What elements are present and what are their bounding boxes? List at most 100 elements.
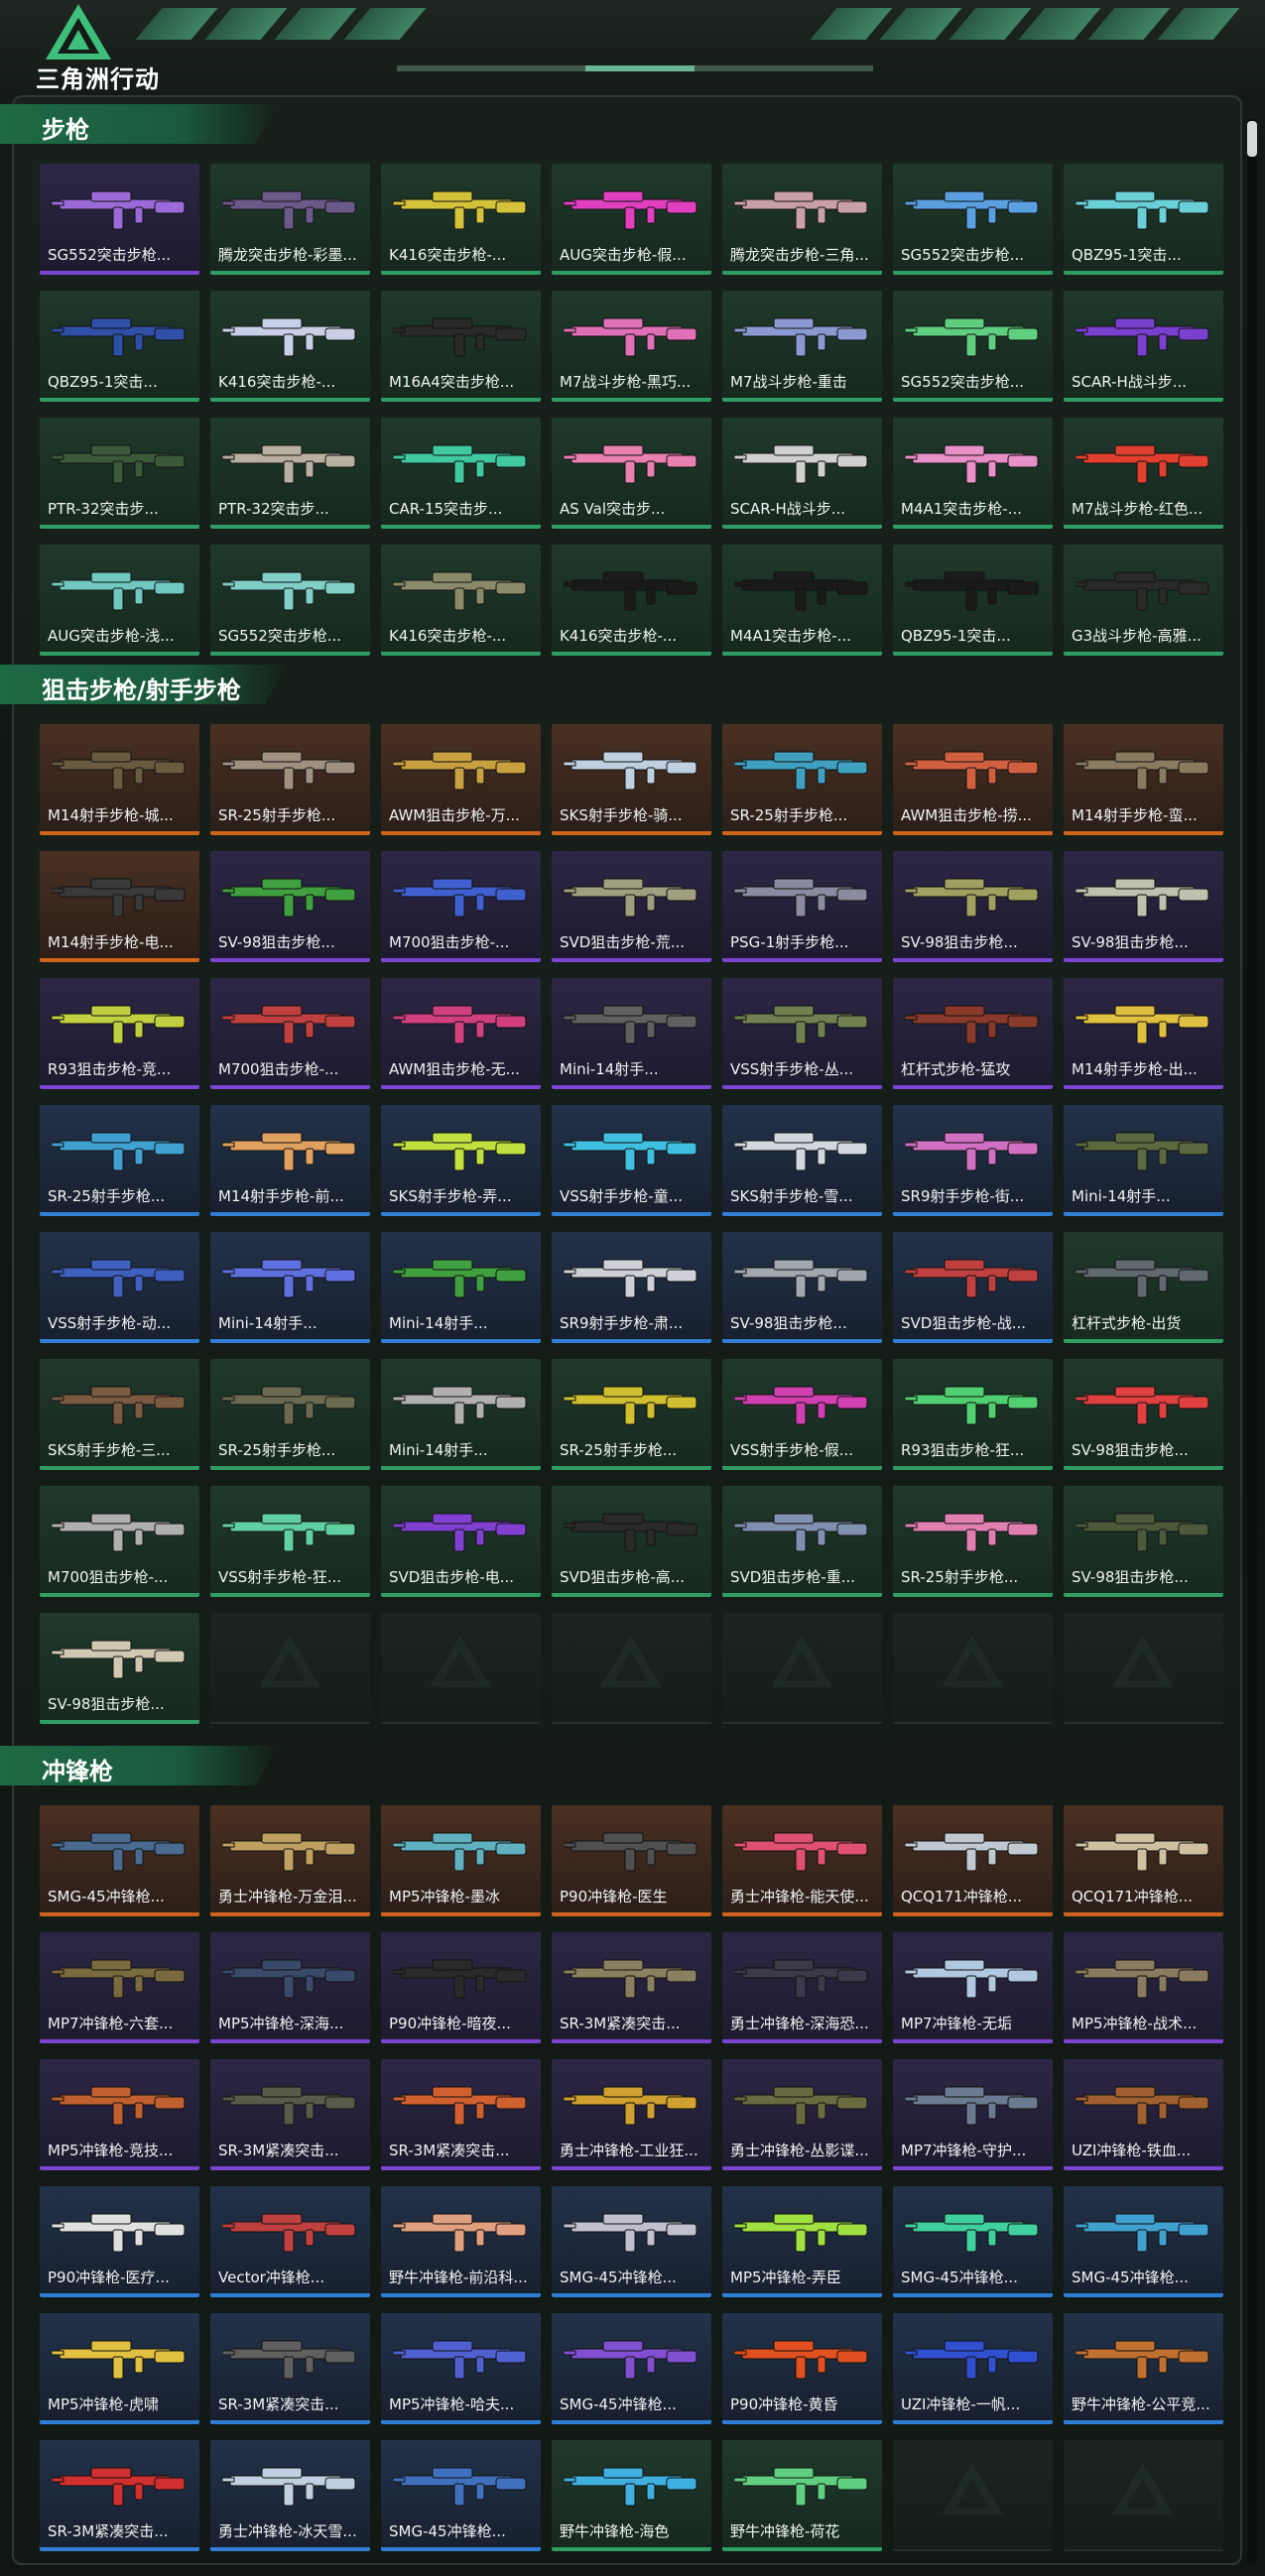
weapon-skin-card[interactable]: SV-98狙击步枪... [1064, 1486, 1223, 1597]
weapon-skin-card[interactable]: SCAR-H战斗步... [722, 418, 882, 529]
weapon-skin-card[interactable]: SR-25射手步枪... [210, 1359, 370, 1470]
weapon-skin-card[interactable]: 杠杆式步枪-出货 [1064, 1232, 1223, 1343]
weapon-skin-card[interactable]: 杠杆式步枪-猛攻 [893, 978, 1053, 1089]
weapon-skin-card[interactable]: SVD狙击步枪-战... [893, 1232, 1053, 1343]
weapon-skin-card[interactable]: SV-98狙击步枪... [1064, 1359, 1223, 1470]
weapon-skin-card[interactable]: Mini-14射手... [1064, 1105, 1223, 1216]
weapon-skin-card[interactable]: SMG-45冲锋枪... [40, 1805, 199, 1916]
weapon-skin-card[interactable]: MP5冲锋枪-深海... [210, 1932, 370, 2043]
weapon-skin-card[interactable]: 勇士冲锋枪-冰天雪... [210, 2440, 370, 2551]
weapon-skin-card[interactable]: M14射手步枪-前... [210, 1105, 370, 1216]
weapon-skin-card[interactable]: P90冲锋枪-黄昏 [722, 2313, 882, 2424]
weapon-skin-card[interactable]: SR9射手步枪-肃... [552, 1232, 711, 1343]
weapon-skin-card[interactable]: R93狙击步枪-竞... [40, 978, 199, 1089]
weapon-skin-card[interactable]: 勇士冲锋枪-深海恐... [722, 1932, 882, 2043]
weapon-skin-card[interactable]: MP5冲锋枪-墨冰 [381, 1805, 541, 1916]
weapon-skin-card[interactable]: 勇士冲锋枪-万金泪... [210, 1805, 370, 1916]
weapon-skin-card[interactable]: PSG-1射手步枪... [722, 851, 882, 962]
weapon-skin-card[interactable]: SR9射手步枪-街... [893, 1105, 1053, 1216]
weapon-skin-card[interactable]: MP5冲锋枪-战术... [1064, 1932, 1223, 2043]
weapon-skin-card[interactable]: AUG突击步枪-浅... [40, 545, 199, 656]
weapon-skin-card[interactable]: PTR-32突击步... [210, 418, 370, 529]
weapon-skin-card[interactable]: Mini-14射手... [210, 1232, 370, 1343]
weapon-skin-card[interactable]: 勇士冲锋枪-丛影谍... [722, 2059, 882, 2170]
weapon-skin-card[interactable]: M7战斗步枪-重击 [722, 291, 882, 402]
weapon-skin-card[interactable]: 野牛冲锋枪-海色 [552, 2440, 711, 2551]
weapon-skin-card[interactable]: MP7冲锋枪-守护... [893, 2059, 1053, 2170]
weapon-skin-card[interactable]: P90冲锋枪-医疗... [40, 2186, 199, 2297]
weapon-skin-card[interactable]: 勇士冲锋枪-能天使... [722, 1805, 882, 1916]
weapon-skin-card[interactable]: SR-3M紧凑突击... [210, 2059, 370, 2170]
weapon-skin-card[interactable]: VSS射手步枪-丛... [722, 978, 882, 1089]
weapon-skin-card[interactable]: 勇士冲锋枪-工业狂... [552, 2059, 711, 2170]
weapon-skin-card[interactable]: 野牛冲锋枪-荷花 [722, 2440, 882, 2551]
weapon-skin-card[interactable]: P90冲锋枪-医生 [552, 1805, 711, 1916]
weapon-skin-card[interactable]: M7战斗步枪-黑巧... [552, 291, 711, 402]
weapon-skin-card[interactable]: M14射手步枪-电... [40, 851, 199, 962]
weapon-skin-card[interactable]: QBZ95-1突击... [893, 545, 1053, 656]
weapon-skin-card[interactable]: AWM狙击步枪-捞... [893, 724, 1053, 835]
weapon-skin-card[interactable]: SKS射手步枪-骑... [552, 724, 711, 835]
weapon-skin-card[interactable]: M700狙击步枪-... [381, 851, 541, 962]
weapon-skin-card[interactable]: SV-98狙击步枪... [1064, 851, 1223, 962]
weapon-skin-card[interactable]: QBZ95-1突击... [40, 291, 199, 402]
weapon-skin-card[interactable]: VSS射手步枪-童... [552, 1105, 711, 1216]
weapon-skin-card[interactable]: SVD狙击步枪-重... [722, 1486, 882, 1597]
weapon-skin-card[interactable]: SMG-45冲锋枪... [552, 2313, 711, 2424]
weapon-skin-card[interactable]: MP5冲锋枪-虎啸 [40, 2313, 199, 2424]
weapon-skin-card[interactable]: VSS射手步枪-假... [722, 1359, 882, 1470]
weapon-skin-card[interactable]: SR-3M紧凑突击... [210, 2313, 370, 2424]
weapon-skin-card[interactable]: M14射手步枪-蛮... [1064, 724, 1223, 835]
weapon-skin-card[interactable]: K416突击步枪-... [381, 545, 541, 656]
weapon-skin-card[interactable]: AUG突击步枪-假... [552, 164, 711, 275]
weapon-skin-card[interactable]: SG552突击步枪... [40, 164, 199, 275]
weapon-skin-card[interactable]: VSS射手步枪-动... [40, 1232, 199, 1343]
weapon-skin-card[interactable]: MP5冲锋枪-弄臣 [722, 2186, 882, 2297]
weapon-skin-card[interactable]: SV-98狙击步枪... [40, 1613, 199, 1724]
weapon-skin-card[interactable]: K416突击步枪-... [381, 164, 541, 275]
weapon-skin-card[interactable]: AS Val突击步... [552, 418, 711, 529]
weapon-skin-card[interactable]: SR-3M紧凑突击... [381, 2059, 541, 2170]
weapon-skin-card[interactable]: UZI冲锋枪-一帆... [893, 2313, 1053, 2424]
weapon-skin-card[interactable]: 野牛冲锋枪-前沿科... [381, 2186, 541, 2297]
weapon-skin-card[interactable]: SMG-45冲锋枪... [552, 2186, 711, 2297]
weapon-skin-card[interactable]: R93狙击步枪-狂... [893, 1359, 1053, 1470]
weapon-skin-card[interactable]: SKS射手步枪-弄... [381, 1105, 541, 1216]
weapon-skin-card[interactable]: SR-25射手步枪... [893, 1486, 1053, 1597]
scrollbar-thumb[interactable] [1247, 121, 1257, 157]
weapon-skin-card[interactable]: QCQ171冲锋枪... [893, 1805, 1053, 1916]
weapon-skin-card[interactable]: SVD狙击步枪-高... [552, 1486, 711, 1597]
weapon-skin-card[interactable]: 腾龙突击步枪-三角... [722, 164, 882, 275]
weapon-skin-card[interactable]: SMG-45冲锋枪... [1064, 2186, 1223, 2297]
weapon-skin-card[interactable]: G3战斗步枪-高雅... [1064, 545, 1223, 656]
weapon-skin-card[interactable]: SVD狙击步枪-电... [381, 1486, 541, 1597]
weapon-skin-card[interactable]: UZI冲锋枪-铁血... [1064, 2059, 1223, 2170]
weapon-skin-card[interactable]: SMG-45冲锋枪... [381, 2440, 541, 2551]
weapon-skin-card[interactable]: Mini-14射手... [381, 1232, 541, 1343]
scrollbar-track[interactable] [1247, 119, 1257, 2564]
weapon-skin-card[interactable]: SR-3M紧凑突击... [40, 2440, 199, 2551]
weapon-skin-card[interactable]: SG552突击步枪... [893, 164, 1053, 275]
weapon-skin-card[interactable]: Vector冲锋枪... [210, 2186, 370, 2297]
weapon-skin-card[interactable]: SV-98狙击步枪... [210, 851, 370, 962]
weapon-skin-card[interactable]: SR-25射手步枪... [552, 1359, 711, 1470]
weapon-skin-card[interactable]: SR-25射手步枪... [40, 1105, 199, 1216]
weapon-skin-card[interactable]: 野牛冲锋枪-公平竞... [1064, 2313, 1223, 2424]
weapon-skin-card[interactable]: M700狙击步枪-... [40, 1486, 199, 1597]
weapon-skin-card[interactable]: SR-25射手步枪... [722, 724, 882, 835]
weapon-skin-card[interactable]: VSS射手步枪-狂... [210, 1486, 370, 1597]
weapon-skin-card[interactable]: M16A4突击步枪... [381, 291, 541, 402]
weapon-skin-card[interactable]: AWM狙击步枪-无... [381, 978, 541, 1089]
weapon-skin-card[interactable]: M7战斗步枪-红色... [1064, 418, 1223, 529]
weapon-skin-card[interactable]: QCQ171冲锋枪... [1064, 1805, 1223, 1916]
weapon-skin-card[interactable]: SCAR-H战斗步... [1064, 291, 1223, 402]
weapon-skin-card[interactable]: MP5冲锋枪-哈夫... [381, 2313, 541, 2424]
weapon-skin-card[interactable]: M4A1突击步枪-... [722, 545, 882, 656]
weapon-skin-card[interactable]: MP7冲锋枪-无垢 [893, 1932, 1053, 2043]
weapon-skin-card[interactable]: MP7冲锋枪-六套... [40, 1932, 199, 2043]
weapon-skin-card[interactable]: SVD狙击步枪-荒... [552, 851, 711, 962]
weapon-skin-card[interactable]: M14射手步枪-城... [40, 724, 199, 835]
weapon-skin-card[interactable]: M4A1突击步枪-... [893, 418, 1053, 529]
weapon-skin-card[interactable]: 腾龙突击步枪-彩墨... [210, 164, 370, 275]
weapon-skin-card[interactable]: SG552突击步枪... [893, 291, 1053, 402]
